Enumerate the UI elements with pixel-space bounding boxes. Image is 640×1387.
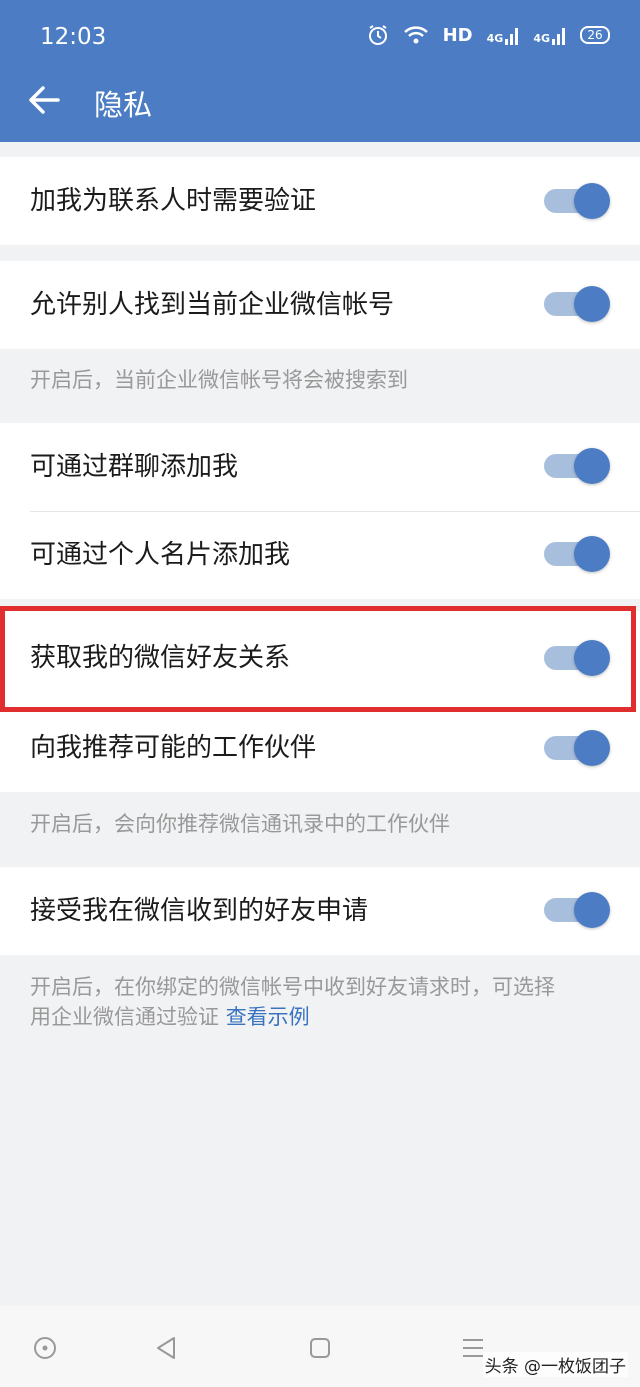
setting-row-verify-contact[interactable]: 加我为联系人时需要验证 [0, 157, 640, 245]
accept-requests-toggle[interactable] [544, 892, 610, 928]
setting-label: 加我为联系人时需要验证 [30, 186, 317, 216]
network-label-1: 4G [486, 32, 504, 45]
settings-card-verify: 加我为联系人时需要验证 [0, 157, 640, 245]
wifi-icon [403, 25, 429, 45]
setting-row-wechat-friends[interactable]: 获取我的微信好友关系 [0, 611, 640, 705]
assistant-circle-icon[interactable] [27, 1330, 63, 1366]
signal-icon-1: 4G [487, 25, 520, 45]
battery-icon: 26 [580, 26, 610, 44]
setting-label: 获取我的微信好友关系 [30, 643, 291, 673]
settings-card-accept-requests: 接受我在微信收到的好友申请 [0, 867, 640, 955]
setting-row-add-by-card[interactable]: 可通过个人名片添加我 [0, 511, 640, 599]
settings-card-add-methods: 可通过群聊添加我 可通过个人名片添加我 [0, 423, 640, 599]
setting-row-recommend-partners[interactable]: 向我推荐可能的工作伙伴 [0, 705, 640, 792]
status-icons: HD 4G 4G 26 [367, 24, 610, 46]
settings-card-wechat: 获取我的微信好友关系 向我推荐可能的工作伙伴 [0, 611, 640, 792]
setting-label: 向我推荐可能的工作伙伴 [30, 733, 317, 763]
verify-contact-toggle[interactable] [544, 183, 610, 219]
wechat-friends-toggle[interactable] [544, 640, 610, 676]
hint-line: 用企业微信通过验证 查看示例 [30, 1002, 555, 1032]
setting-row-add-by-group[interactable]: 可通过群聊添加我 [0, 423, 640, 511]
view-example-link[interactable]: 查看示例 [226, 1005, 310, 1029]
hd-label: HD [442, 24, 473, 46]
setting-row-searchable[interactable]: 允许别人找到当前企业微信帐号 [0, 261, 640, 349]
setting-label: 接受我在微信收到的好友申请 [30, 896, 369, 926]
status-time: 12:03 [40, 24, 107, 50]
signal-icon-2: 4G [533, 25, 566, 45]
back-triangle-icon[interactable] [148, 1330, 184, 1366]
back-arrow-icon[interactable] [24, 80, 64, 120]
searchable-hint: 开启后，当前企业微信帐号将会被搜索到 [30, 368, 408, 392]
app-header: 12:03 HD 4G 4G 26 隐私 [0, 0, 640, 142]
alarm-icon [367, 24, 389, 46]
setting-row-accept-requests[interactable]: 接受我在微信收到的好友申请 [0, 867, 640, 955]
setting-label: 可通过群聊添加我 [30, 452, 239, 482]
home-square-icon[interactable] [302, 1330, 338, 1366]
recommend-partners-toggle[interactable] [544, 730, 610, 766]
add-by-card-toggle[interactable] [544, 536, 610, 572]
hint-line: 开启后，在你绑定的微信帐号中收到好友请求时，可选择 [30, 975, 555, 999]
page-title: 隐私 [94, 88, 153, 122]
setting-label: 可通过个人名片添加我 [30, 540, 291, 570]
watermark: 头条 @一枚饭团子 [482, 1352, 628, 1377]
add-by-group-toggle[interactable] [544, 448, 610, 484]
searchable-toggle[interactable] [544, 286, 610, 322]
hint-text: 用企业微信通过验证 [30, 1005, 219, 1029]
network-label-2: 4G [533, 32, 550, 45]
settings-card-searchable: 允许别人找到当前企业微信帐号 [0, 261, 640, 349]
accept-requests-hint: 开启后，在你绑定的微信帐号中收到好友请求时，可选择 用企业微信通过验证 查看示例 [30, 972, 555, 1032]
recommend-partners-hint: 开启后，会向你推荐微信通讯录中的工作伙伴 [30, 812, 450, 836]
setting-label: 允许别人找到当前企业微信帐号 [30, 290, 395, 320]
